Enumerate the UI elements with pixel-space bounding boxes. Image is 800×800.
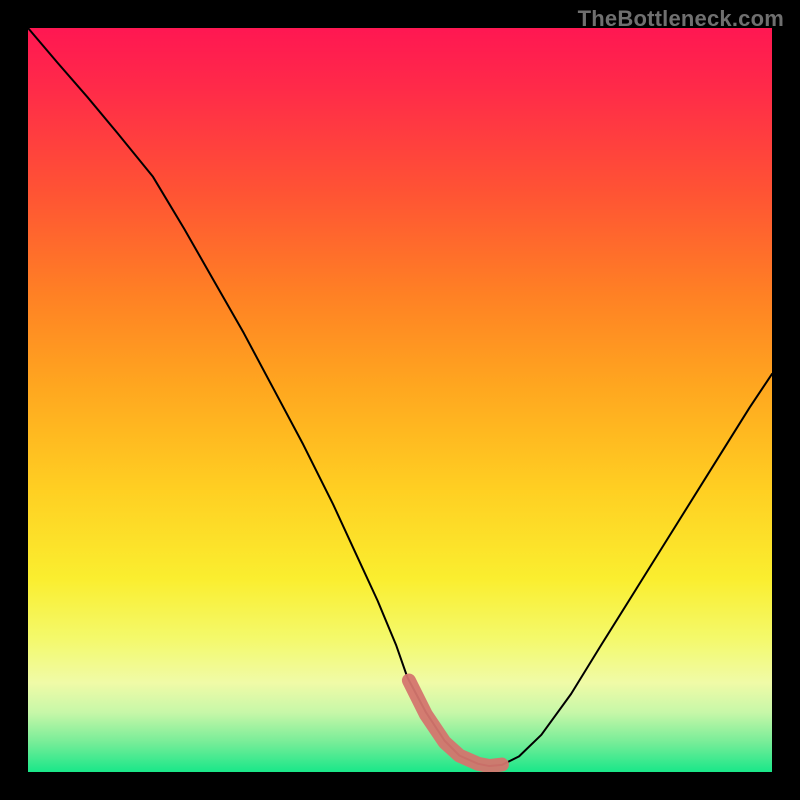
- chart-plot-area: [28, 28, 772, 772]
- highlight-band: [409, 680, 502, 766]
- series-curve: [28, 28, 772, 766]
- chart-svg: [28, 28, 772, 772]
- chart-outer: TheBottleneck.com: [0, 0, 800, 800]
